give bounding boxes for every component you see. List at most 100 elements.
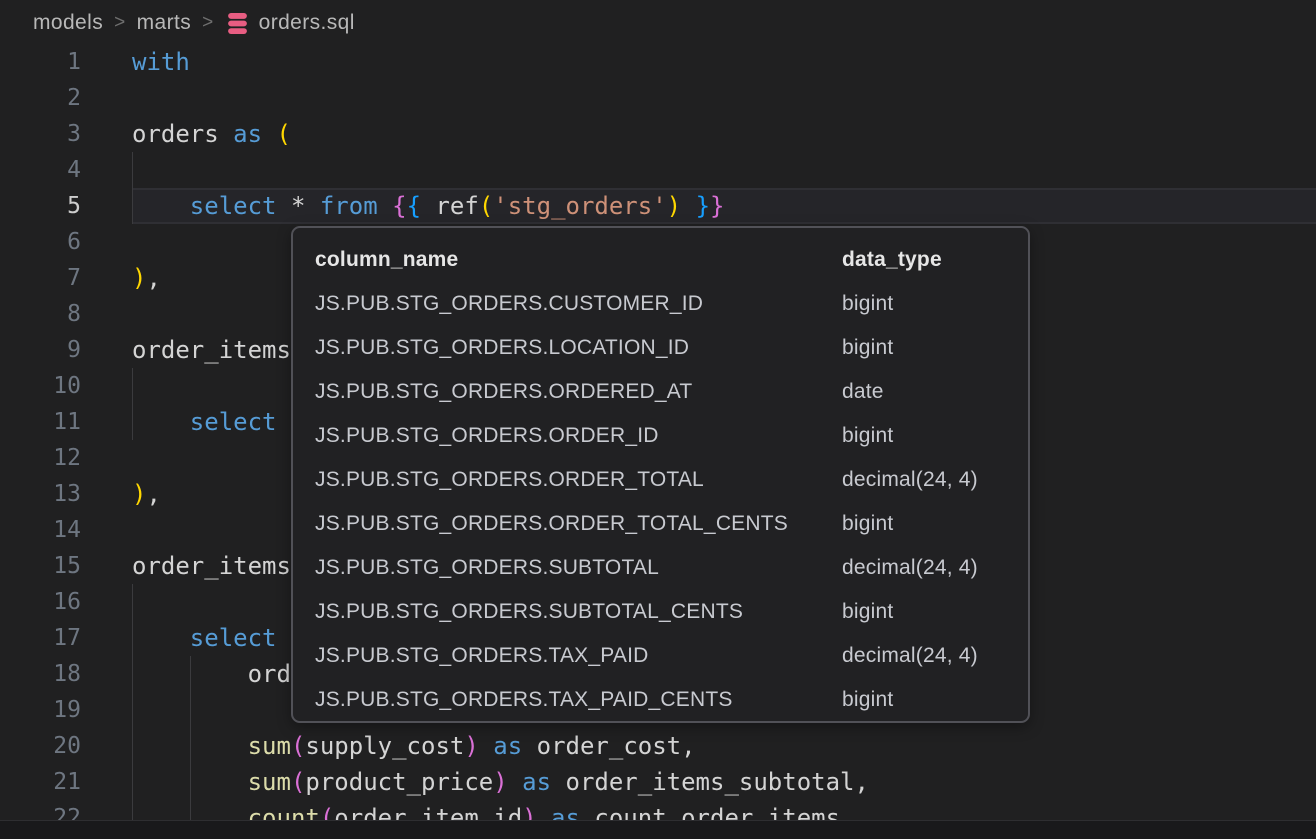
popup-cell-data-type: decimal(24, 4) (842, 458, 1028, 502)
line-number: 21 (0, 764, 132, 800)
popup-row: JS.PUB.STG_ORDERS.SUBTOTALdecimal(24, 4) (293, 546, 1028, 590)
indent-guide (190, 764, 191, 800)
indent-guide (132, 728, 133, 764)
code-token: ) (493, 768, 507, 796)
code-token: ( (479, 192, 493, 220)
code-content: orders as ( (132, 116, 1316, 152)
indent-guide (190, 728, 191, 764)
indent-guide (132, 188, 133, 224)
line-number: 18 (0, 656, 132, 692)
popup-header-row: column_name data_type (293, 238, 1028, 282)
popup-cell-column-name: JS.PUB.STG_ORDERS.TAX_PAID (315, 634, 842, 678)
indent-guide (132, 404, 133, 440)
code-token: as (493, 732, 522, 760)
code-token: ) (132, 480, 146, 508)
popup-cell-column-name: JS.PUB.STG_ORDERS.ORDER_TOTAL (315, 458, 842, 502)
code-token: supply_cost (305, 732, 464, 760)
code-token: , (146, 480, 160, 508)
popup-cell-data-type: date (842, 370, 1028, 414)
code-line-1[interactable]: 1with (0, 44, 1316, 80)
code-token: ( (291, 732, 305, 760)
code-line-21[interactable]: 21 sum(product_price) as order_items_sub… (0, 764, 1316, 800)
code-token: as (233, 120, 276, 148)
code-token (132, 408, 190, 436)
panel-bottom-strip (0, 820, 1316, 839)
code-token: ) (464, 732, 478, 760)
indent-guide (132, 656, 133, 692)
code-token: select (190, 408, 277, 436)
code-line-3[interactable]: 3orders as ( (0, 116, 1316, 152)
line-number: 2 (0, 80, 132, 116)
line-number: 12 (0, 440, 132, 476)
popup-header-data-type: data_type (842, 238, 1028, 282)
popup-row: JS.PUB.STG_ORDERS.TAX_PAID_CENTSbigint (293, 678, 1028, 722)
breadcrumb-file-label: orders.sql (259, 11, 355, 35)
code-token: { (407, 192, 421, 220)
popup-row: JS.PUB.STG_ORDERS.ORDERED_ATdate (293, 370, 1028, 414)
line-number: 20 (0, 728, 132, 764)
line-number: 15 (0, 548, 132, 584)
editor-window: models > marts > orders.sql 1with23order… (0, 0, 1316, 838)
popup-row: JS.PUB.STG_ORDERS.CUSTOMER_IDbigint (293, 282, 1028, 326)
popup-cell-data-type: bigint (842, 326, 1028, 370)
code-token (132, 192, 190, 220)
code-token: ) (132, 264, 146, 292)
code-line-4[interactable]: 4 (0, 152, 1316, 188)
code-token: ord (132, 660, 291, 688)
chevron-right-icon: > (114, 12, 126, 34)
code-token: product_price (305, 768, 493, 796)
code-token: 'stg_orders' (493, 192, 666, 220)
line-number: 9 (0, 332, 132, 368)
code-content: select * from {{ ref('stg_orders') }} (132, 188, 1316, 224)
popup-row: JS.PUB.STG_ORDERS.ORDER_TOTALdecimal(24,… (293, 458, 1028, 502)
code-token (132, 624, 190, 652)
code-token (378, 192, 392, 220)
popup-cell-data-type: decimal(24, 4) (842, 634, 1028, 678)
code-token: orders (132, 120, 233, 148)
line-number: 19 (0, 692, 132, 728)
line-number: 7 (0, 260, 132, 296)
indent-guide (132, 692, 133, 728)
popup-row: JS.PUB.STG_ORDERS.SUBTOTAL_CENTSbigint (293, 590, 1028, 634)
line-number: 16 (0, 584, 132, 620)
breadcrumb-item-models[interactable]: models (33, 11, 103, 35)
popup-cell-column-name: JS.PUB.STG_ORDERS.CUSTOMER_ID (315, 282, 842, 326)
code-token: ( (277, 120, 291, 148)
line-number: 17 (0, 620, 132, 656)
code-token: * (277, 192, 320, 220)
code-content: with (132, 44, 1316, 80)
line-number: 14 (0, 512, 132, 548)
code-line-2[interactable]: 2 (0, 80, 1316, 116)
popup-cell-data-type: bigint (842, 678, 1028, 722)
code-content: sum(supply_cost) as order_cost, (132, 728, 1316, 764)
chevron-right-icon: > (202, 12, 214, 34)
indent-guide (190, 656, 191, 692)
popup-header-column-name: column_name (315, 238, 842, 282)
line-number: 3 (0, 116, 132, 152)
code-token: , (146, 264, 160, 292)
code-token: order_items_subtotal, (551, 768, 869, 796)
popup-cell-column-name: JS.PUB.STG_ORDERS.ORDERED_AT (315, 370, 842, 414)
code-token: sum (248, 732, 291, 760)
popup-cell-data-type: bigint (842, 414, 1028, 458)
code-line-5[interactable]: 5 select * from {{ ref('stg_orders') }} (0, 188, 1316, 224)
code-content: sum(product_price) as order_items_subtot… (132, 764, 1316, 800)
popup-row: JS.PUB.STG_ORDERS.ORDER_TOTAL_CENTSbigin… (293, 502, 1028, 546)
breadcrumb-item-file[interactable]: orders.sql (225, 11, 355, 36)
code-content (132, 152, 1316, 188)
popup-cell-column-name: JS.PUB.STG_ORDERS.ORDER_ID (315, 414, 842, 458)
breadcrumb-item-marts[interactable]: marts (137, 11, 192, 35)
code-token: { (392, 192, 406, 220)
code-line-20[interactable]: 20 sum(supply_cost) as order_cost, (0, 728, 1316, 764)
code-token: select (190, 624, 277, 652)
popup-cell-column-name: JS.PUB.STG_ORDERS.SUBTOTAL_CENTS (315, 590, 842, 634)
indent-guide (132, 368, 133, 404)
indent-guide (132, 764, 133, 800)
code-token: } (696, 192, 710, 220)
popup-cell-column-name: JS.PUB.STG_ORDERS.SUBTOTAL (315, 546, 842, 590)
indent-guide (190, 692, 191, 728)
code-token: ref (421, 192, 479, 220)
code-token: } (710, 192, 724, 220)
line-number: 8 (0, 296, 132, 332)
breadcrumb: models > marts > orders.sql (0, 0, 1316, 46)
